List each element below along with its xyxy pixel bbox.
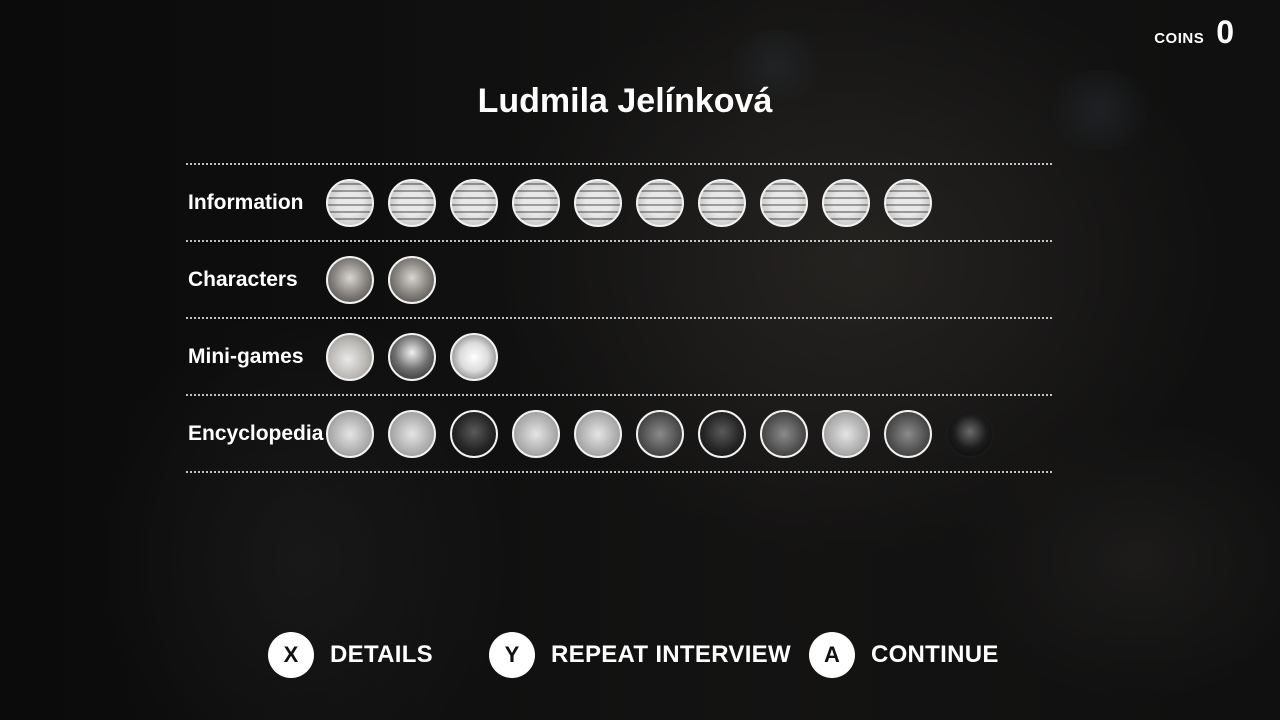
- characters-items: [326, 255, 436, 304]
- information-token[interactable]: [636, 178, 684, 227]
- information-token[interactable]: [388, 178, 436, 227]
- a-button-icon: A: [808, 632, 855, 678]
- row-mini-games: Mini-games: [186, 319, 1052, 394]
- coins-value: 0: [1216, 14, 1234, 50]
- mini-game-token[interactable]: [450, 332, 498, 381]
- encyclopedia-token[interactable]: [884, 409, 932, 458]
- character-portrait-token[interactable]: [388, 255, 436, 304]
- encyclopedia-token[interactable]: [512, 409, 560, 458]
- row-label-encyclopedia: Encyclopedia: [188, 421, 324, 445]
- mini-game-token[interactable]: [326, 332, 374, 381]
- encyclopedia-items: [326, 409, 994, 458]
- row-label-characters: Characters: [188, 267, 298, 291]
- encyclopedia-token[interactable]: [450, 409, 498, 458]
- continue-label: CONTINUE: [870, 641, 999, 668]
- encyclopedia-token[interactable]: [698, 409, 746, 458]
- page-title: Ludmila Jelínková: [477, 82, 773, 120]
- character-portrait-token[interactable]: [326, 255, 374, 304]
- information-token[interactable]: [884, 178, 932, 227]
- continue-button[interactable]: A CONTINUE: [808, 632, 999, 678]
- row-label-information: Information: [188, 190, 304, 214]
- collectibles-table: Information Characters Mini-games Encycl…: [186, 163, 1052, 473]
- details-label: DETAILS: [330, 641, 433, 668]
- details-button[interactable]: X DETAILS: [268, 632, 433, 678]
- information-token[interactable]: [574, 178, 622, 227]
- encyclopedia-token[interactable]: [760, 409, 808, 458]
- coins-label: COINS: [1154, 30, 1205, 47]
- encyclopedia-token[interactable]: [574, 409, 622, 458]
- encyclopedia-token[interactable]: [822, 409, 870, 458]
- row-encyclopedia: Encyclopedia: [186, 396, 1052, 471]
- repeat-interview-label: REPEAT INTERVIEW: [551, 641, 791, 668]
- encyclopedia-token[interactable]: [946, 409, 994, 458]
- divider: [186, 471, 1052, 473]
- information-token[interactable]: [450, 178, 498, 227]
- repeat-interview-button[interactable]: Y REPEAT INTERVIEW: [489, 632, 791, 678]
- row-information: Information: [186, 165, 1052, 240]
- mini-games-items: [326, 332, 498, 381]
- information-token[interactable]: [822, 178, 870, 227]
- y-button-icon: Y: [489, 632, 535, 678]
- row-characters: Characters: [186, 242, 1052, 317]
- encyclopedia-token[interactable]: [636, 409, 684, 458]
- information-token[interactable]: [512, 178, 560, 227]
- encyclopedia-token[interactable]: [326, 409, 374, 458]
- encyclopedia-token[interactable]: [388, 409, 436, 458]
- x-button-icon: X: [268, 632, 314, 678]
- information-token[interactable]: [698, 178, 746, 227]
- mini-game-token[interactable]: [388, 332, 436, 381]
- coins-counter: COINS 0: [1154, 14, 1234, 51]
- information-token[interactable]: [326, 178, 374, 227]
- action-bar: X DETAILS Y REPEAT INTERVIEW A CONTINUE: [268, 632, 999, 678]
- information-token[interactable]: [760, 178, 808, 227]
- row-label-mini-games: Mini-games: [188, 344, 304, 368]
- information-items: [326, 178, 932, 227]
